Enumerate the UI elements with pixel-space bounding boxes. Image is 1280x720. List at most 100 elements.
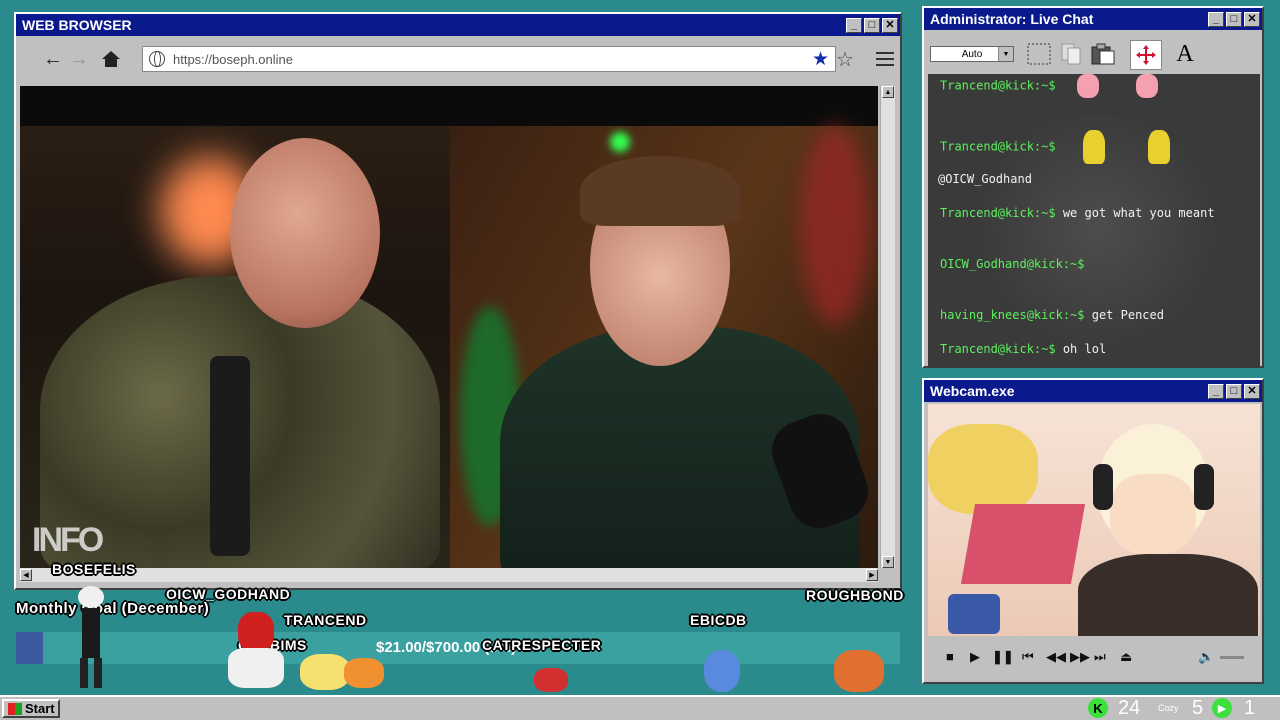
- chat-username: OICW_Godhand@kick:~$: [940, 257, 1085, 271]
- chat-title: Administrator: Live Chat: [930, 11, 1094, 27]
- vertical-scrollbar[interactable]: ▲ ▼: [880, 86, 895, 568]
- horizontal-scrollbar[interactable]: ◀ ▶: [20, 568, 878, 582]
- volume-slider[interactable]: [1220, 656, 1244, 659]
- size-dropdown-value: Auto: [961, 48, 983, 60]
- menu-icon[interactable]: [872, 46, 898, 72]
- webcam-close-button[interactable]: ✕: [1244, 383, 1260, 399]
- character-sprite: [300, 650, 386, 692]
- chat-text: get Penced: [1091, 308, 1164, 322]
- eject-icon[interactable]: ⏏: [1120, 649, 1132, 665]
- chat-username: having_knees@kick:~$: [940, 308, 1085, 322]
- copy-icon[interactable]: [1056, 40, 1086, 68]
- character-sprite: [534, 668, 568, 692]
- goal-bar-fill: [16, 632, 43, 664]
- start-button[interactable]: Start: [2, 699, 60, 718]
- goal-bar: $21.00/$700.00 (3%): [16, 632, 900, 664]
- volume-icon[interactable]: 🔈: [1198, 649, 1214, 665]
- chat-close-button[interactable]: ✕: [1244, 11, 1260, 27]
- emote-icon: [1076, 74, 1099, 98]
- emote-icon: [1082, 130, 1105, 164]
- chat-minimize-button[interactable]: _: [1208, 11, 1224, 27]
- viewer-name: BOSEFELIS: [52, 561, 136, 577]
- scroll-up-arrow-icon[interactable]: ▲: [882, 86, 894, 98]
- scroll-right-arrow-icon[interactable]: ▶: [866, 569, 878, 581]
- chat-username: Trancend@kick:~$: [940, 342, 1056, 356]
- webcam-maximize-button[interactable]: □: [1226, 383, 1242, 399]
- bookmark-star-icon[interactable]: ☆: [832, 46, 858, 72]
- browser-titlebar[interactable]: WEB BROWSER _ □ ✕: [16, 14, 900, 36]
- forward-arrow-icon[interactable]: →: [66, 46, 92, 72]
- webcam-titlebar[interactable]: Webcam.exe _ □ ✕: [924, 380, 1262, 402]
- stop-icon[interactable]: ■: [946, 649, 954, 664]
- address-bar[interactable]: ★: [142, 46, 836, 72]
- chat-message: Trancend@kick:~$: [940, 130, 1171, 164]
- chat-text: @OICW_Godhand: [938, 172, 1032, 186]
- scroll-down-arrow-icon[interactable]: ▼: [882, 556, 894, 568]
- play-icon[interactable]: ▶: [970, 649, 980, 665]
- back-arrow-icon[interactable]: ←: [40, 46, 66, 72]
- chat-titlebar[interactable]: Administrator: Live Chat _ □ ✕: [924, 8, 1262, 30]
- home-icon[interactable]: [98, 46, 124, 72]
- video-left-panel: INFO: [20, 126, 450, 568]
- tray-text: Cozy: [1158, 703, 1179, 713]
- chat-message: @OICW_Godhand: [938, 172, 1032, 186]
- play-circle-icon[interactable]: ▶: [1212, 698, 1232, 718]
- webcam-view: [928, 404, 1260, 636]
- character-sprite: [74, 586, 108, 694]
- count-b: 5: [1192, 697, 1204, 719]
- viewer-name: CATRESPECTER: [482, 637, 602, 653]
- chevron-down-icon[interactable]: ▼: [998, 47, 1013, 61]
- move-icon[interactable]: [1130, 40, 1162, 70]
- skip-back-icon[interactable]: ⏮: [1022, 649, 1034, 665]
- emote-icon: [1136, 74, 1159, 98]
- chat-maximize-button[interactable]: □: [1226, 11, 1242, 27]
- paste-icon[interactable]: [1088, 40, 1118, 68]
- minimize-button[interactable]: _: [846, 17, 862, 33]
- close-button[interactable]: ✕: [882, 17, 898, 33]
- chat-username: Trancend@kick:~$: [940, 206, 1056, 220]
- bookmarked-star-icon[interactable]: ★: [812, 48, 829, 71]
- chat-window: Administrator: Live Chat _ □ ✕ Auto ▼ A …: [922, 6, 1264, 368]
- character-sprite: [704, 650, 740, 692]
- webcam-minimize-button[interactable]: _: [1208, 383, 1224, 399]
- viewer-name: TRANCEND: [284, 612, 367, 628]
- viewer-name: ROUGHBOND: [806, 587, 904, 603]
- video-right-panel: [450, 126, 878, 568]
- start-label: Start: [25, 701, 55, 716]
- video-player[interactable]: INFO: [20, 86, 878, 568]
- webcam-window: Webcam.exe _ □ ✕ ■ ▶ ❚❚ ⏮ ◀◀ ▶▶ ⏭ ⏏ 🔈: [922, 378, 1264, 684]
- scroll-left-arrow-icon[interactable]: ◀: [20, 569, 32, 581]
- maximize-button[interactable]: □: [864, 17, 880, 33]
- select-region-icon[interactable]: [1024, 40, 1054, 68]
- chat-text: we got what you meant: [1062, 206, 1215, 220]
- chat-message: Trancend@kick:~$: [940, 74, 1159, 98]
- font-icon[interactable]: A: [1170, 40, 1200, 68]
- goal-label: Monthly Goal (December): [16, 600, 210, 617]
- browser-title: WEB BROWSER: [22, 17, 132, 33]
- browser-navbar: ← → ★ ☆: [20, 38, 896, 80]
- fast-forward-icon[interactable]: ▶▶: [1070, 649, 1090, 665]
- chat-toolbar: Auto ▼ A: [926, 32, 1260, 72]
- rewind-icon[interactable]: ◀◀: [1046, 649, 1066, 665]
- skip-forward-icon[interactable]: ⏭: [1094, 649, 1106, 665]
- emote-icon: [1148, 130, 1171, 164]
- viewer-name: EBICDB: [690, 612, 747, 628]
- chat-message: Trancend@kick:~$ we got what you meant: [940, 206, 1215, 220]
- size-dropdown[interactable]: Auto ▼: [930, 46, 1014, 62]
- character-sprite: [834, 650, 884, 692]
- taskbar: Start K 24 Cozy 5 ▶ 1: [0, 695, 1280, 720]
- webcam-title: Webcam.exe: [930, 383, 1015, 399]
- count-a: 24: [1118, 697, 1141, 719]
- viewer-name: OICW_GODHAND: [166, 586, 291, 602]
- count-c: 1: [1244, 697, 1256, 719]
- url-input[interactable]: [171, 50, 795, 68]
- chat-log[interactable]: Trancend@kick:~$ Trancend@kick:~$ @OICW_…: [928, 74, 1260, 368]
- globe-icon: [149, 51, 165, 67]
- chat-text: oh lol: [1062, 342, 1107, 356]
- chat-username: Trancend@kick:~$: [940, 139, 1056, 154]
- chat-message: OICW_Godhand@kick:~$: [940, 257, 1085, 271]
- pause-icon[interactable]: ❚❚: [992, 649, 1014, 665]
- chat-message: Trancend@kick:~$ oh lol: [940, 342, 1106, 356]
- player-controls: ■ ▶ ❚❚ ⏮ ◀◀ ▶▶ ⏭ ⏏ 🔈: [928, 642, 1260, 672]
- kick-icon[interactable]: K: [1088, 698, 1108, 718]
